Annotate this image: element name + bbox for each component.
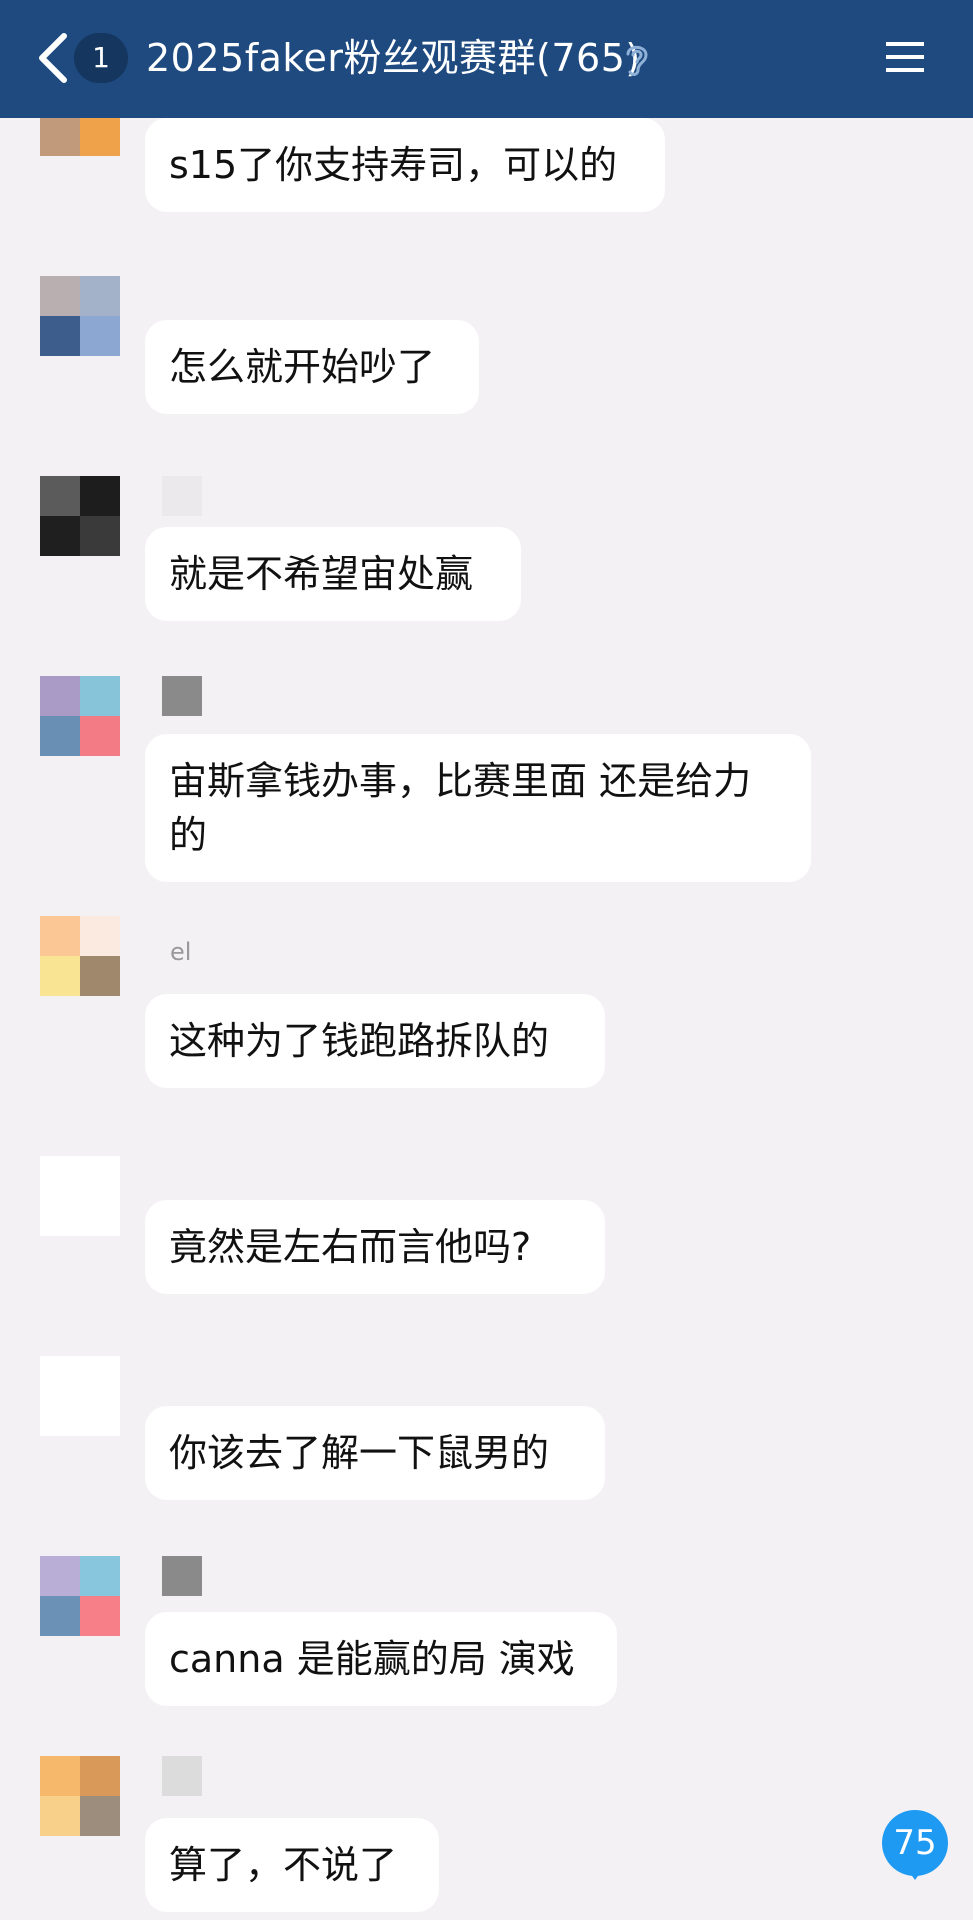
avatar-tile <box>80 916 120 956</box>
avatar-tile <box>40 516 80 556</box>
avatar-tile <box>40 1156 80 1196</box>
avatar-tile <box>40 1356 80 1396</box>
avatar-tile <box>40 1196 80 1236</box>
avatar-tile <box>80 956 120 996</box>
avatar-tile <box>80 676 120 716</box>
avatar-tile <box>80 316 120 356</box>
avatar-tile <box>40 1596 80 1636</box>
avatar-tile <box>80 1796 120 1836</box>
avatar-tile <box>80 1356 120 1396</box>
message-bubble[interactable]: 竟然是左右而言他吗? <box>145 1200 605 1294</box>
sender-name-mosaic <box>162 676 202 716</box>
avatar-tile <box>40 476 80 516</box>
avatar-tile <box>80 476 120 516</box>
sender-name-mosaic <box>162 1556 202 1596</box>
avatar-tile <box>80 116 120 156</box>
avatar-tile <box>40 1396 80 1436</box>
message-bubble[interactable]: s15了你支持寿司，可以的 <box>145 118 665 212</box>
avatar[interactable] <box>40 1156 120 1236</box>
avatar-tile <box>40 316 80 356</box>
avatar-tile <box>40 716 80 756</box>
message-bubble[interactable]: 就是不希望宙处赢 <box>145 527 521 621</box>
avatar-tile <box>40 116 80 156</box>
avatar-tile <box>80 516 120 556</box>
avatar-tile <box>40 1556 80 1596</box>
message-bubble[interactable]: 算了，不说了 <box>145 1818 439 1912</box>
avatar[interactable] <box>40 1756 120 1836</box>
chevron-left-icon[interactable] <box>34 30 74 86</box>
message-bubble[interactable]: 宙斯拿钱办事，比赛里面 还是给力的 <box>145 734 811 882</box>
avatar-tile <box>80 1756 120 1796</box>
avatar-tile <box>80 1556 120 1596</box>
message-bubble[interactable]: 怎么就开始吵了 <box>145 320 479 414</box>
avatar-tile <box>80 1196 120 1236</box>
avatar-tile <box>80 1396 120 1436</box>
chat-header: 1 2025faker粉丝观赛群(765) <box>0 0 973 118</box>
avatar-tile <box>80 716 120 756</box>
avatar-tile <box>80 276 120 316</box>
avatar[interactable] <box>40 916 120 996</box>
ear-icon[interactable] <box>622 40 652 80</box>
message-bubble[interactable]: 你该去了解一下鼠男的 <box>145 1406 605 1500</box>
unread-indicator-tail <box>905 1866 925 1880</box>
unread-count-badge[interactable]: 1 <box>74 33 128 83</box>
hamburger-menu-icon[interactable] <box>884 36 926 78</box>
avatar-tile <box>40 276 80 316</box>
avatar[interactable] <box>40 676 120 756</box>
avatar[interactable] <box>40 476 120 556</box>
avatar-tile <box>40 916 80 956</box>
sender-name-mosaic <box>162 476 202 516</box>
avatar[interactable] <box>40 276 120 356</box>
avatar-tile <box>80 1156 120 1196</box>
sender-name: el <box>170 938 192 966</box>
message-bubble[interactable]: 这种为了钱跑路拆队的 <box>145 994 605 1088</box>
avatar-tile <box>40 1756 80 1796</box>
avatar[interactable] <box>40 1556 120 1636</box>
avatar-tile <box>40 676 80 716</box>
avatar[interactable] <box>40 1356 120 1436</box>
avatar-tile <box>40 1796 80 1836</box>
group-title[interactable]: 2025faker粉丝观赛群(765) <box>146 30 641 86</box>
sender-name-mosaic <box>162 1756 202 1796</box>
message-bubble[interactable]: canna 是能赢的局 演戏 <box>145 1612 617 1706</box>
avatar-tile <box>40 956 80 996</box>
avatar-tile <box>80 1596 120 1636</box>
